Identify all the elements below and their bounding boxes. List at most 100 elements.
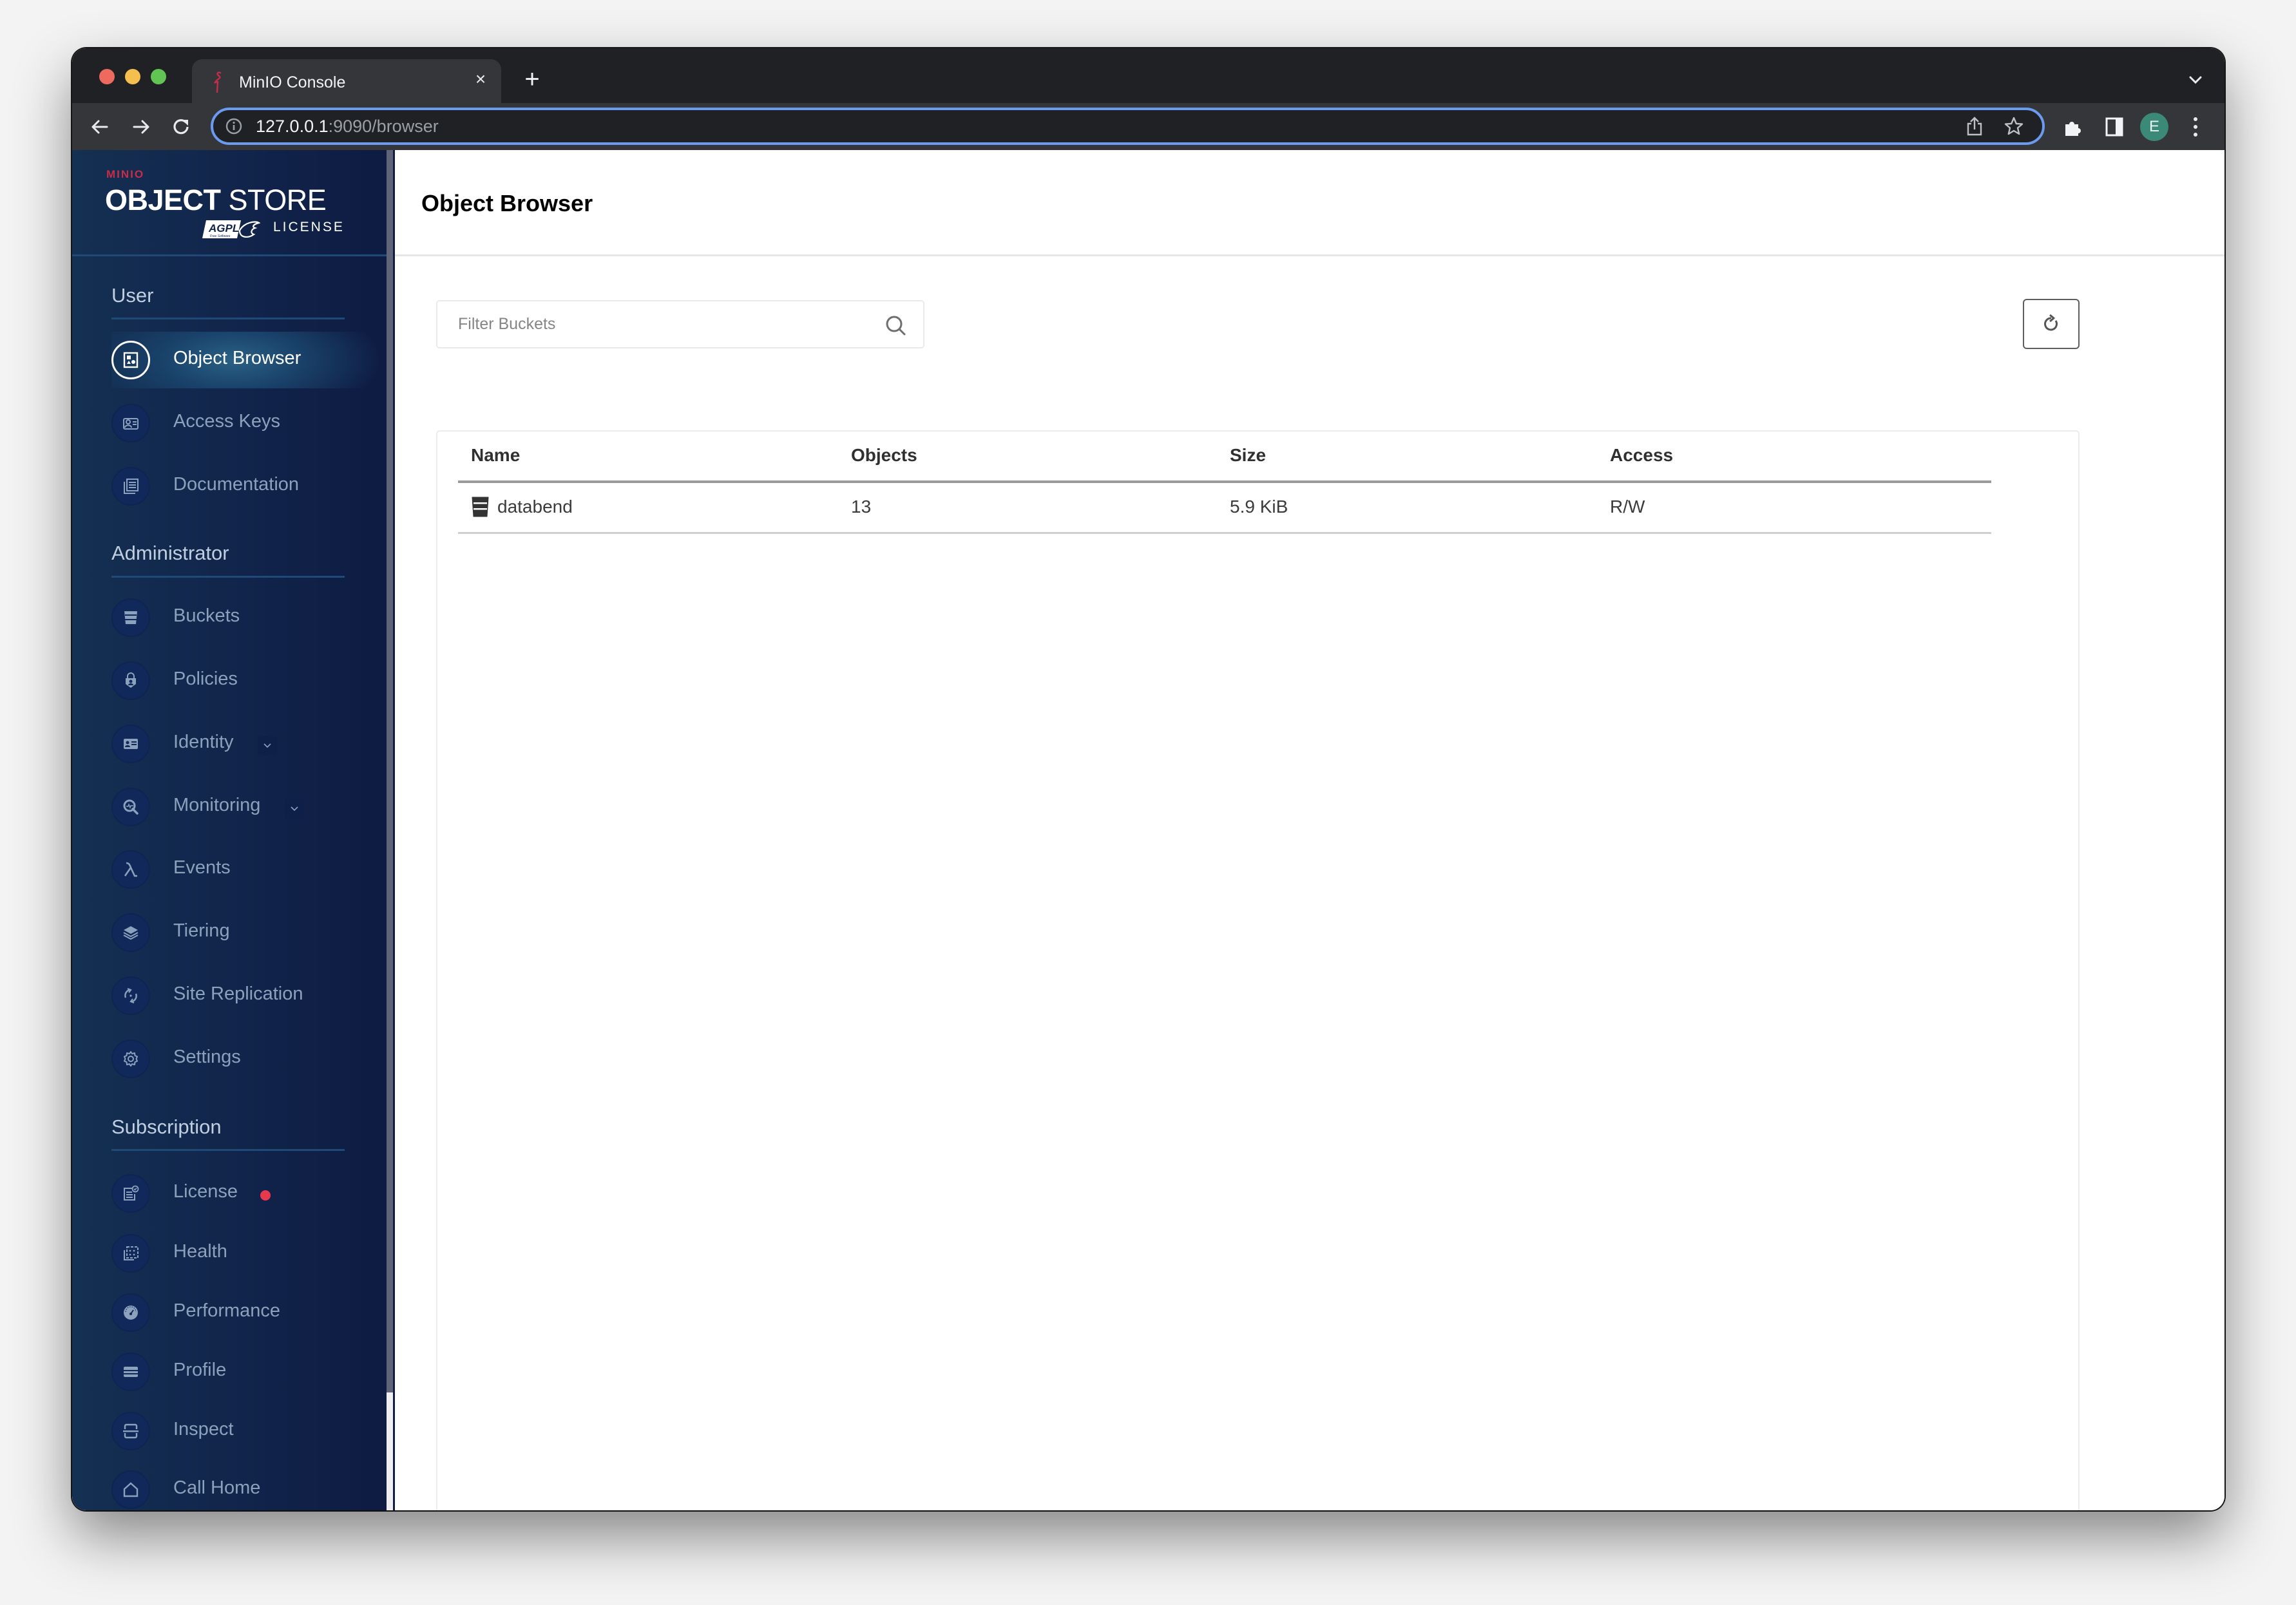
sidebar-scrollbar-thumb[interactable] [387, 150, 393, 1392]
back-arrow-icon[interactable] [89, 116, 111, 138]
tab-strip: MinIO Console × + [72, 48, 2224, 103]
share-icon[interactable] [1965, 116, 1984, 137]
sidebar-item-label: Performance [173, 1300, 281, 1321]
sidebar-item-profile[interactable]: Profile [111, 1344, 382, 1400]
sidebar-item-performance[interactable]: Performance [111, 1284, 382, 1341]
site-info-icon[interactable] [225, 117, 243, 135]
sidebar-item-call-home[interactable]: Call Home [111, 1461, 382, 1510]
extensions-puzzle-icon[interactable] [2063, 117, 2083, 137]
url-host: 127.0.0.1 [256, 117, 329, 136]
sidebar-section-user: User [111, 284, 154, 307]
sidebar-item-inspect[interactable]: Inspect [111, 1403, 382, 1459]
layers-icon [111, 913, 150, 952]
profile-avatar[interactable]: E [2140, 113, 2168, 141]
chevron-down-icon[interactable] [285, 799, 304, 819]
browser-window: MinIO Console × + 127.0.0.1:9090/browser [72, 48, 2224, 1510]
minio-favicon-icon [214, 71, 222, 93]
tab-title: MinIO Console [239, 73, 346, 91]
policy-shield-icon [111, 661, 150, 700]
svg-text:AGPL: AGPL [208, 222, 239, 234]
cell-access: R/W [1610, 497, 1645, 517]
sidebar-item-documentation[interactable]: Documentation [111, 458, 382, 515]
sidebar-item-label: Object Browser [173, 348, 301, 368]
minimize-window-button[interactable] [125, 69, 140, 84]
address-bar[interactable]: 127.0.0.1:9090/browser [211, 108, 2045, 145]
sidebar-item-label: Buckets [173, 605, 240, 626]
sidebar-item-policies[interactable]: Policies [111, 652, 382, 709]
cell-name[interactable]: databend [497, 497, 573, 517]
browser-menu-kebab-icon[interactable] [2189, 116, 2202, 138]
license-alert-dot [260, 1190, 271, 1201]
sidebar-item-label: Identity [173, 732, 234, 752]
sidebar-item-label: Site Replication [173, 983, 303, 1004]
filter-buckets-field[interactable] [436, 300, 924, 348]
sidebar-item-label: Access Keys [173, 411, 280, 432]
table-header-divider [458, 480, 1991, 483]
tab-search-chevron-icon[interactable] [2187, 71, 2204, 88]
logo-brand: MINIO [106, 168, 145, 180]
sidebar-item-label: Monitoring [173, 795, 261, 815]
sidebar-divider [111, 576, 345, 578]
sidebar-item-events[interactable]: Events [111, 841, 382, 898]
column-header-size[interactable]: Size [1230, 445, 1266, 466]
cell-size: 5.9 KiB [1230, 497, 1288, 517]
sidebar-item-health[interactable]: Health [111, 1225, 382, 1282]
bucket-icon [472, 497, 489, 517]
forward-arrow-icon[interactable] [130, 116, 152, 138]
browser-toolbar: 127.0.0.1:9090/browser E [72, 103, 2224, 150]
svg-text:Free Software: Free Software [210, 234, 231, 238]
cell-objects: 13 [851, 497, 872, 517]
sidebar-item-tiering[interactable]: Tiering [111, 904, 382, 961]
page-title: Object Browser [421, 190, 593, 216]
sidebar-item-site-replication[interactable]: Site Replication [111, 967, 382, 1024]
sidebar-item-label: Inspect [173, 1419, 234, 1439]
documentation-icon [111, 467, 150, 506]
access-keys-icon [111, 404, 150, 442]
search-icon[interactable] [885, 314, 906, 336]
sidebar-item-label: Policies [173, 669, 238, 689]
profile-icon [111, 1353, 150, 1391]
sidebar-item-label: Settings [173, 1047, 241, 1067]
column-header-name[interactable]: Name [471, 445, 520, 466]
column-header-access[interactable]: Access [1610, 445, 1673, 466]
sidebar-item-label: Profile [173, 1360, 227, 1380]
sidebar-item-label: Tiering [173, 920, 230, 941]
close-window-button[interactable] [99, 69, 115, 84]
reload-icon[interactable] [170, 116, 192, 138]
sidebar-item-label: Events [173, 857, 231, 878]
page-header: Object Browser [395, 150, 2224, 256]
filter-buckets-input[interactable] [437, 301, 923, 347]
logo-license: LICENSE [273, 220, 345, 234]
monitoring-search-icon [111, 788, 150, 826]
refresh-icon [2044, 314, 2058, 331]
maximize-window-button[interactable] [151, 69, 166, 84]
table-row-divider [458, 532, 1991, 534]
column-header-objects[interactable]: Objects [851, 445, 917, 466]
speedometer-icon [111, 1293, 150, 1332]
sidebar-item-identity[interactable]: Identity [111, 716, 382, 772]
buckets-table: Name Objects Size Access databend 13 5.9… [436, 430, 2080, 1510]
browser-tab[interactable]: MinIO Console × [192, 59, 501, 103]
chevron-down-icon[interactable] [258, 736, 277, 755]
side-panel-icon[interactable] [2105, 117, 2123, 137]
sidebar-item-license[interactable]: License [111, 1165, 382, 1222]
refresh-button[interactable] [2023, 299, 2080, 349]
agpl-badge-icon: AGPL Free Software [202, 220, 260, 238]
sidebar: MINIO OBJECT STORE AGPL Free Software LI… [72, 150, 387, 1510]
sidebar-section-administrator: Administrator [111, 542, 229, 564]
bucket-icon [111, 598, 150, 637]
sidebar-item-settings[interactable]: Settings [111, 1030, 382, 1087]
sidebar-item-object-browser[interactable]: Object Browser [111, 332, 382, 388]
new-tab-button[interactable]: + [521, 66, 544, 92]
sidebar-divider [111, 318, 345, 319]
identity-card-icon [111, 725, 150, 763]
replication-icon [111, 976, 150, 1015]
logo: MINIO OBJECT STORE AGPL Free Software LI… [72, 150, 387, 256]
url-text[interactable]: 127.0.0.1:9090/browser [256, 117, 439, 137]
sidebar-item-buckets[interactable]: Buckets [111, 589, 382, 646]
bookmark-star-icon[interactable] [2004, 116, 2024, 137]
sidebar-item-monitoring[interactable]: Monitoring [111, 779, 382, 835]
sidebar-item-access-keys[interactable]: Access Keys [111, 395, 382, 451]
tab-close-icon[interactable]: × [471, 70, 490, 89]
sidebar-section-subscription: Subscription [111, 1116, 222, 1138]
